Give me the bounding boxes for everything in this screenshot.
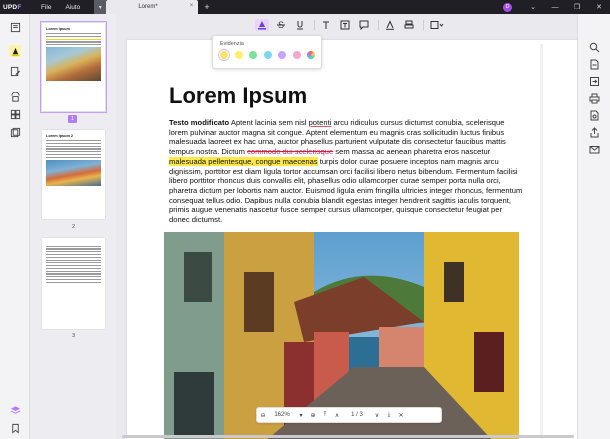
vertical-scrollbar[interactable]: [540, 44, 543, 439]
title-bar: UPDF File Aiuto ▾ Lorem* × + D ⌄ — ❐ ✕: [0, 0, 610, 14]
annotation-toolbar: S: [255, 18, 451, 32]
sticky-note-tool-button[interactable]: [357, 19, 371, 31]
left-tool-rail: [0, 14, 30, 439]
underlined-text[interactable]: potenti: [309, 118, 332, 127]
app-logo: UPDF: [3, 3, 22, 11]
zoom-in-icon[interactable]: ⊕: [307, 412, 319, 419]
color-swatch-blue[interactable]: [263, 51, 272, 59]
convert-icon[interactable]: [589, 76, 600, 87]
thumbnail-title: Lorem Ipsum 2: [46, 134, 74, 138]
zoom-dropdown-icon[interactable]: ▾: [295, 412, 307, 419]
color-swatch-green[interactable]: [249, 51, 257, 59]
thumbnail-panel: Lorem Ipsum 1 Lorem Ipsum 2 2 3: [31, 14, 116, 439]
document-tab-title: Lorem*: [138, 4, 158, 10]
color-swatch-custom[interactable]: [307, 51, 315, 59]
pencil-tool-button[interactable]: [383, 19, 397, 31]
first-page-icon[interactable]: ⤒: [319, 412, 331, 419]
strikethrough-text[interactable]: commodo dui scelerisque: [247, 147, 333, 156]
layers-icon[interactable]: [9, 404, 21, 416]
stamp-tool-button[interactable]: [402, 19, 416, 31]
window-chevron-icon[interactable]: ⌄: [522, 3, 544, 11]
page-number-2: 2: [71, 224, 76, 230]
close-window-button[interactable]: ✕: [588, 3, 610, 11]
color-swatch-purple[interactable]: [278, 51, 286, 59]
page-number-3: 3: [71, 333, 76, 339]
search-icon[interactable]: [589, 42, 600, 53]
tab-list-chevron-icon[interactable]: ▾: [94, 0, 107, 14]
print-icon[interactable]: [589, 93, 600, 104]
document-title: Lorem Ipsum: [169, 83, 308, 108]
edit-pdf-icon[interactable]: [9, 65, 21, 77]
user-avatar[interactable]: D: [503, 2, 512, 12]
minimize-button[interactable]: —: [544, 4, 566, 11]
underline-tool-button[interactable]: [293, 19, 307, 31]
page-thumbnail-3[interactable]: [42, 238, 105, 329]
organize-pages-icon[interactable]: [9, 108, 21, 120]
pages-copy-icon[interactable]: [9, 126, 21, 138]
ocr-icon[interactable]: [9, 91, 21, 103]
menu-file[interactable]: File: [41, 4, 51, 11]
next-page-icon[interactable]: ∨: [371, 412, 383, 419]
page-thumbnail-1[interactable]: Lorem Ipsum: [40, 21, 107, 113]
highlight-color-popover: Evidenzia: [212, 35, 322, 69]
color-swatch-yellow[interactable]: [220, 51, 228, 59]
email-icon[interactable]: [589, 144, 600, 155]
page-indicator[interactable]: 1 / 3: [343, 412, 371, 418]
page-thumbnail-2[interactable]: Lorem Ipsum 2: [42, 130, 105, 219]
document-body: Testo modificato Aptent lacinia sem nisl…: [169, 118, 523, 225]
edited-text-label: Testo modificato: [169, 118, 230, 127]
page-number-1: 1: [68, 115, 77, 123]
new-tab-button[interactable]: +: [204, 2, 209, 12]
menu-help[interactable]: Aiuto: [65, 4, 80, 11]
bookmark-icon[interactable]: [9, 422, 21, 434]
zoom-out-icon[interactable]: ⊖: [257, 412, 269, 419]
document-area: S Evidenzia Lorem Ipsum Testo modificato…: [117, 14, 593, 439]
highlighted-text[interactable]: malesuada pellentesque, congue maecenas: [169, 156, 318, 166]
color-swatch-lemon[interactable]: [234, 51, 243, 59]
tab-close-icon[interactable]: ×: [190, 3, 194, 9]
textbox-tool-button[interactable]: [338, 19, 352, 31]
previous-page-icon[interactable]: ∧: [331, 412, 343, 419]
thumbnail-title: Lorem Ipsum: [46, 27, 70, 31]
export-pdf-icon[interactable]: [589, 59, 600, 70]
close-bar-icon[interactable]: ✕: [395, 412, 407, 419]
reader-mode-icon[interactable]: [9, 21, 21, 33]
color-swatch-pink[interactable]: [292, 51, 301, 59]
zoom-navigation-bar: ⊖ 162% ▾ ⊕ ⤒ ∧ 1 / 3 ∨ ⤓ ✕: [256, 407, 442, 423]
last-page-icon[interactable]: ⤓: [383, 412, 395, 419]
shape-tool-dropdown[interactable]: [428, 19, 446, 31]
comment-highlight-icon[interactable]: [9, 45, 21, 57]
strikethrough-tool-button[interactable]: S: [274, 19, 288, 31]
highlight-tool-button[interactable]: [255, 19, 269, 31]
protect-icon[interactable]: [589, 110, 600, 121]
right-tool-rail: [577, 14, 610, 439]
share-icon[interactable]: [589, 127, 600, 138]
horizontal-scrollbar[interactable]: [122, 435, 574, 438]
zoom-level[interactable]: 162%: [269, 412, 295, 418]
restore-button[interactable]: ❐: [566, 3, 588, 11]
text-tool-button[interactable]: [319, 19, 333, 31]
popover-title: Evidenzia: [220, 41, 244, 47]
pdf-page[interactable]: Lorem Ipsum Testo modificato Aptent laci…: [127, 40, 593, 439]
document-tab[interactable]: Lorem* ×: [106, 0, 199, 14]
